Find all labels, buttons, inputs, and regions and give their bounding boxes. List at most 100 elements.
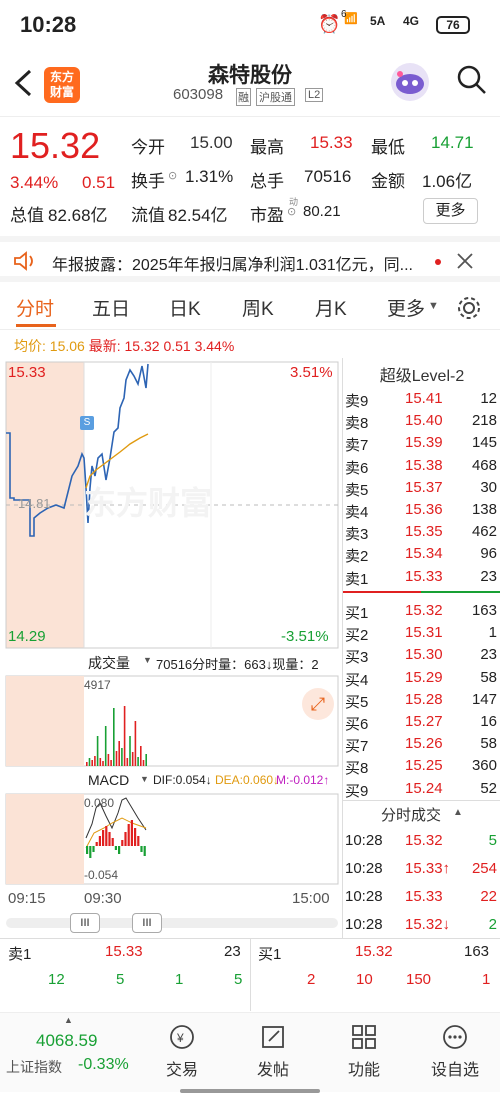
tab-daily[interactable]: 日K xyxy=(169,294,201,321)
bid-row[interactable]: 买1 15.32 163 xyxy=(343,600,500,622)
ask-volume: 145 xyxy=(471,434,497,452)
ask-row[interactable]: 卖7 15.39 145 xyxy=(343,432,500,454)
ask-label: 卖5 xyxy=(345,481,369,499)
nav-post-label: 发帖 xyxy=(256,1062,289,1079)
ticks-title[interactable]: 分时成交 xyxy=(381,804,441,825)
ask-volume: 462 xyxy=(471,523,497,541)
bid-volume: 58 xyxy=(480,735,497,753)
bid-price: 15.32 xyxy=(405,602,443,619)
sell-queue-2: 1 xyxy=(175,971,184,988)
bid-row[interactable]: 买2 15.31 1 xyxy=(343,622,500,644)
range-handle-right[interactable]: III xyxy=(132,913,162,933)
ask-row[interactable]: 卖2 15.34 96 xyxy=(343,543,500,565)
sell-queue-1: 5 xyxy=(116,971,125,988)
macd-dif: DIF:0.054↓ xyxy=(153,773,212,787)
range-handle-left[interactable]: III xyxy=(70,913,100,933)
ask-price: 15.35 xyxy=(405,523,443,541)
ask-row[interactable]: 卖3 15.35 462 xyxy=(343,521,500,543)
sell-queue-3: 5 xyxy=(234,971,243,988)
bid-row[interactable]: 买8 15.25 360 xyxy=(343,755,500,777)
nav-watchlist[interactable]: 设自选 xyxy=(420,1023,490,1080)
ask-price: 15.38 xyxy=(405,456,443,474)
ask-row[interactable]: 卖4 15.36 138 xyxy=(343,499,500,521)
ask-volume: 468 xyxy=(471,456,497,474)
buy-queue-1: 10 xyxy=(356,971,373,988)
ask-label: 卖8 xyxy=(345,415,369,433)
pe-info-icon[interactable]: ⊙ xyxy=(287,205,296,218)
ask-row[interactable]: 卖6 15.38 468 xyxy=(343,455,500,477)
ask-price: 15.39 xyxy=(405,434,443,452)
macd-select[interactable]: MACD xyxy=(88,772,129,788)
last-pct: 3.44% xyxy=(194,338,235,354)
tab-weekly[interactable]: 周K xyxy=(242,294,274,321)
bid-row[interactable]: 买4 15.29 58 xyxy=(343,667,500,689)
bid-row[interactable]: 买6 15.27 16 xyxy=(343,711,500,733)
tab-more[interactable]: 更多 xyxy=(387,294,425,321)
tick-time: 10:28 xyxy=(345,916,383,933)
level2-title[interactable]: 超级Level-2 xyxy=(343,362,500,386)
gear-icon[interactable] xyxy=(455,294,483,322)
volume-indicator-select[interactable]: 成交量 xyxy=(88,653,130,673)
tick-price: 15.33↑ xyxy=(405,860,451,877)
bid-row[interactable]: 买7 15.26 58 xyxy=(343,733,500,755)
s-marker[interactable]: S xyxy=(80,416,94,430)
index-name[interactable]: 上证指数 xyxy=(6,1057,62,1077)
search-icon[interactable] xyxy=(456,64,488,96)
expand-icon[interactable]: ⤢ xyxy=(302,688,334,720)
chart-top-pct: 3.51% xyxy=(290,364,333,381)
ask-row[interactable]: 卖1 15.33 23 xyxy=(343,566,500,588)
notice-text: 年报披露：2025年年报归属净利润1.031亿元，同... xyxy=(52,257,413,274)
ticks-separator xyxy=(343,800,500,801)
macd-bar xyxy=(137,836,140,846)
bid-label: 买1 xyxy=(345,605,369,622)
nav-function[interactable]: 功能 xyxy=(329,1023,399,1080)
chart-mid-price: 14.81 xyxy=(18,496,51,511)
nav-trade[interactable]: ¥ 交易 xyxy=(147,1023,217,1080)
nav-watchlist-label: 设自选 xyxy=(430,1062,479,1079)
sell-queue-0: 12 xyxy=(48,971,65,988)
edit-icon xyxy=(262,1026,284,1048)
battery-icon: 76 xyxy=(436,16,470,34)
intraday-chart[interactable]: 15.33 14.29 3.51% -3.51% 14.81 S 东方财富 成交… xyxy=(0,358,342,938)
tab-monthly[interactable]: 月K xyxy=(315,294,347,321)
macd-bar xyxy=(124,832,127,846)
macd-bar xyxy=(140,846,143,852)
last-change: 0.51 xyxy=(163,338,191,354)
bid-row[interactable]: 买5 15.28 147 xyxy=(343,689,500,711)
bid-volume: 163 xyxy=(471,602,497,619)
index-value[interactable]: 4068.59 xyxy=(36,1031,97,1051)
ask-volume: 30 xyxy=(480,478,497,496)
close-icon[interactable] xyxy=(456,252,474,270)
ask-row[interactable]: 卖8 15.40 218 xyxy=(343,410,500,432)
robot-avatar-icon[interactable] xyxy=(388,60,432,104)
more-button[interactable]: 更多 xyxy=(423,198,478,224)
ask-label: 卖3 xyxy=(345,526,369,544)
ask-row[interactable]: 卖9 15.41 12 xyxy=(343,388,500,410)
tick-time: 10:28 xyxy=(345,888,383,905)
volume-label: 总手 xyxy=(250,172,284,191)
info-icon[interactable]: ⊙ xyxy=(168,169,177,182)
ask-volume: 138 xyxy=(471,501,497,518)
watermark: 东方财富 xyxy=(84,485,213,521)
ask-price: 15.40 xyxy=(405,412,443,430)
quote-panel: 15.32 3.44% 0.51 今开 15.00 最高 15.33 最低 14… xyxy=(0,116,500,232)
ask-row[interactable]: 卖5 15.37 30 xyxy=(343,477,500,499)
bid-row[interactable]: 买3 15.30 23 xyxy=(343,644,500,666)
notice-bar[interactable]: 年报披露：2025年年报归属净利润1.031亿元，同... xyxy=(0,236,500,282)
sell1-price: 15.33 xyxy=(105,943,143,960)
macd-bar xyxy=(108,832,111,846)
bid-row[interactable]: 买9 15.24 52 xyxy=(343,778,500,800)
home-indicator[interactable] xyxy=(180,1089,320,1093)
tick-price: 15.32 xyxy=(405,832,443,849)
tab-intraday[interactable]: 分时 xyxy=(16,294,54,321)
index-pct[interactable]: -0.33% xyxy=(78,1056,129,1074)
macd-bar xyxy=(105,826,108,846)
nav-post[interactable]: 发帖 xyxy=(238,1023,308,1080)
time-end: 15:00 xyxy=(292,890,330,907)
chart-bottom-pct: -3.51% xyxy=(281,628,329,645)
tick-time: 10:28 xyxy=(345,860,383,877)
avg-label: 均价: xyxy=(14,338,46,354)
pe-label: 市盈 xyxy=(250,206,284,225)
bid-price: 15.28 xyxy=(405,690,443,708)
tab-5day[interactable]: 五日 xyxy=(92,294,130,321)
